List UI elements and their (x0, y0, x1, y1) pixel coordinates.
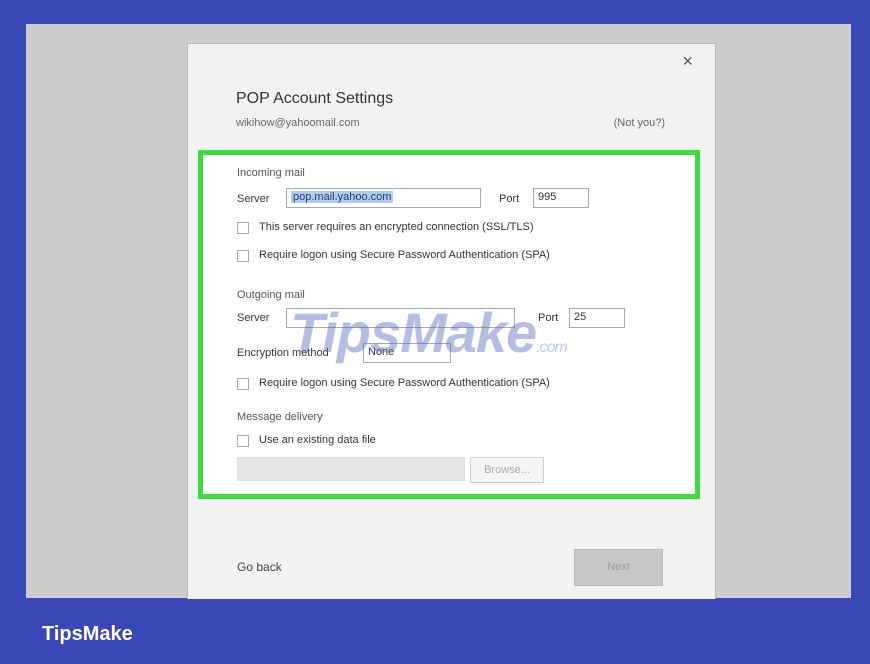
encryption-method-label: Encryption method (237, 347, 329, 359)
not-you-link[interactable]: (Not you?) (614, 117, 665, 129)
outgoing-spa-checkbox-label: Require logon using Secure Password Auth… (259, 377, 550, 389)
next-button[interactable]: Next (574, 549, 663, 586)
incoming-spa-checkbox[interactable] (237, 250, 249, 262)
encryption-method-select[interactable]: None (363, 343, 451, 363)
outgoing-server-label: Server (237, 312, 270, 324)
go-back-link[interactable]: Go back (237, 560, 282, 574)
incoming-port-input[interactable]: 995 (533, 188, 589, 208)
existing-data-file-checkbox[interactable] (237, 435, 249, 447)
ssl-checkbox-label: This server requires an encrypted connec… (259, 221, 534, 233)
outgoing-server-input[interactable] (286, 308, 515, 328)
outgoing-port-input[interactable]: 25 (569, 308, 625, 328)
browse-button: Browse... (470, 457, 544, 483)
existing-data-file-label: Use an existing data file (259, 434, 376, 446)
dialog-title: POP Account Settings (236, 90, 394, 107)
outgoing-spa-checkbox[interactable] (237, 378, 249, 390)
incoming-spa-checkbox-label: Require logon using Secure Password Auth… (259, 249, 550, 261)
account-email: wikihow@yahoomail.com (236, 117, 360, 129)
settings-panel: Incoming mail Server pop.mail.yahoo.com … (198, 150, 700, 499)
message-delivery-heading: Message delivery (237, 411, 323, 423)
incoming-server-label: Server (237, 193, 270, 205)
data-file-path-field (237, 457, 465, 481)
close-icon[interactable]: × (682, 52, 693, 70)
outgoing-mail-heading: Outgoing mail (237, 289, 305, 301)
brand-logo: TipsMake (42, 623, 133, 645)
incoming-server-input[interactable]: pop.mail.yahoo.com (286, 188, 481, 208)
incoming-port-label: Port (499, 193, 520, 205)
incoming-server-value: pop.mail.yahoo.com (291, 191, 394, 203)
ssl-checkbox[interactable] (237, 222, 249, 234)
outgoing-port-label: Port (538, 312, 559, 324)
incoming-mail-heading: Incoming mail (237, 167, 305, 179)
